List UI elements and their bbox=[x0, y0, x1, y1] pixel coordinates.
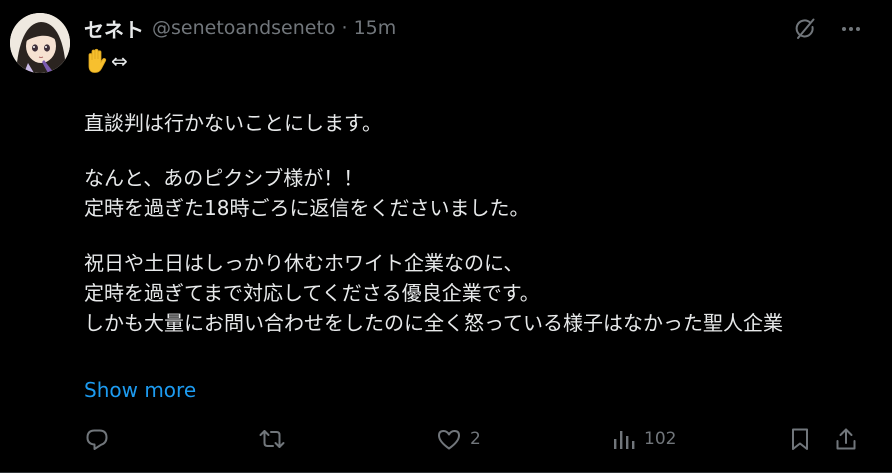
tweet-text-line: なんと、あのピクシブ様が！！ bbox=[84, 166, 364, 190]
retweet-icon bbox=[258, 426, 286, 452]
tweet-top-icons bbox=[792, 16, 862, 42]
views-count: 102 bbox=[644, 429, 677, 449]
status-arrow: ⇔ bbox=[111, 49, 128, 73]
separator-dot: · bbox=[341, 17, 348, 39]
tweet-text-line: 定時を過ぎてまで対応してくださる優良企業です。 bbox=[84, 281, 540, 305]
tweet-text-line: 直談判は行かないことにします。 bbox=[84, 111, 382, 135]
tweet-text-line: しかも大量にお問い合わせをしたのに全く怒っている様子はなかった聖人企業 bbox=[84, 311, 783, 335]
views-button[interactable]: 102 bbox=[612, 424, 676, 454]
action-bar: 2 102 bbox=[84, 424, 868, 454]
views-icon bbox=[612, 426, 636, 452]
share-button[interactable] bbox=[834, 424, 858, 454]
user-handle[interactable]: @senetoandseneto bbox=[152, 17, 336, 39]
like-button[interactable]: 2 bbox=[436, 424, 481, 454]
like-icon bbox=[436, 426, 462, 452]
timestamp[interactable]: 15m bbox=[354, 17, 397, 39]
retweet-button[interactable] bbox=[258, 424, 294, 454]
tweet-text: 直談判は行かないことにします。 なんと、あのピクシブ様が！！ 定時を過ぎた18時… bbox=[84, 108, 864, 338]
avatar[interactable] bbox=[10, 13, 70, 73]
tweet-text-line: 祝日や土日はしっかり休むホワイト企業なのに、 bbox=[84, 251, 524, 275]
reply-button[interactable] bbox=[84, 424, 118, 454]
bookmark-button[interactable] bbox=[788, 424, 812, 454]
like-count: 2 bbox=[470, 429, 481, 449]
share-icon bbox=[834, 426, 858, 452]
reply-icon bbox=[84, 426, 110, 452]
bookmark-icon bbox=[788, 426, 812, 452]
show-more-link[interactable]: Show more bbox=[84, 378, 196, 402]
more-icon[interactable] bbox=[840, 18, 862, 40]
user-status: ⇔ bbox=[84, 46, 128, 76]
tweet: セネト @senetoandseneto · 15m ⇔ 直談判は行かないことに… bbox=[0, 0, 892, 473]
tweet-header: セネト @senetoandseneto · 15m bbox=[84, 14, 396, 42]
tweet-text-line: 定時を過ぎた18時ごろに返信をくださいました。 bbox=[84, 196, 530, 220]
display-name[interactable]: セネト bbox=[84, 14, 144, 43]
grok-icon[interactable] bbox=[792, 16, 818, 42]
raised-hand-icon bbox=[84, 48, 108, 74]
